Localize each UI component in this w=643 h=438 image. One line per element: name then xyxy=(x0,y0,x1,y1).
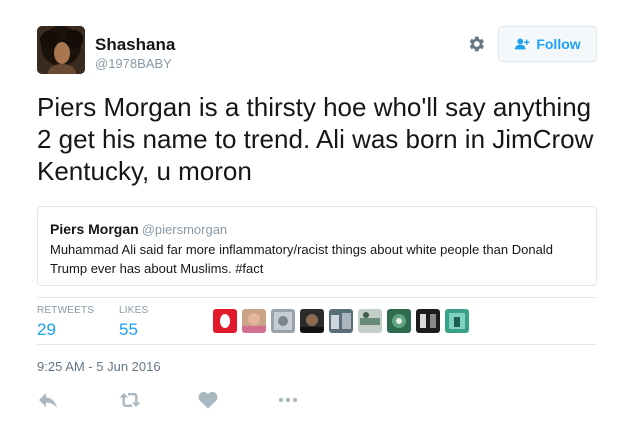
likes-count[interactable]: 55 xyxy=(119,320,138,340)
user-handle[interactable]: @1978BABY xyxy=(95,56,172,71)
liker-avatar[interactable] xyxy=(329,309,353,333)
tweet-timestamp[interactable]: 9:25 AM - 5 Jun 2016 xyxy=(37,359,161,374)
retweets-label: RETWEETS xyxy=(37,305,95,316)
follow-button[interactable]: Follow xyxy=(498,26,597,62)
follow-label: Follow xyxy=(536,36,581,52)
quoted-tweet-name: Piers Morgan xyxy=(50,221,139,237)
liker-avatar[interactable] xyxy=(242,309,266,333)
liker-avatar[interactable] xyxy=(300,309,324,333)
liker-avatars xyxy=(213,309,469,333)
avatar-image xyxy=(37,26,85,74)
divider xyxy=(37,344,597,345)
divider xyxy=(37,297,597,298)
display-name[interactable]: Shashana xyxy=(95,35,175,55)
tweet-card: Shashana @1978BABY Follow Piers Morgan i… xyxy=(0,0,643,438)
add-user-icon xyxy=(515,38,530,50)
liker-avatar[interactable] xyxy=(387,309,411,333)
retweets-count[interactable]: 29 xyxy=(37,320,56,340)
retweet-icon[interactable] xyxy=(118,390,142,410)
quoted-tweet[interactable]: Piers Morgan @piersmorgan Muhammad Ali sa… xyxy=(37,206,597,286)
like-icon[interactable] xyxy=(196,390,220,410)
quoted-tweet-author: Piers Morgan @piersmorgan xyxy=(50,221,227,237)
liker-avatar[interactable] xyxy=(358,309,382,333)
avatar[interactable] xyxy=(37,26,85,74)
likes-label: LIKES xyxy=(119,305,149,316)
gear-icon[interactable] xyxy=(466,34,486,54)
quoted-tweet-text: Muhammad Ali said far more inflammatory/… xyxy=(50,242,553,276)
liker-avatar[interactable] xyxy=(213,309,237,333)
reply-icon[interactable] xyxy=(37,390,61,410)
liker-avatar[interactable] xyxy=(416,309,440,333)
more-icon[interactable] xyxy=(276,390,300,410)
tweet-text: Piers Morgan is a thirsty hoe who'll say… xyxy=(37,92,594,186)
liker-avatar[interactable] xyxy=(445,309,469,333)
liker-avatar[interactable] xyxy=(271,309,295,333)
quoted-tweet-handle: @piersmorgan xyxy=(141,222,228,237)
